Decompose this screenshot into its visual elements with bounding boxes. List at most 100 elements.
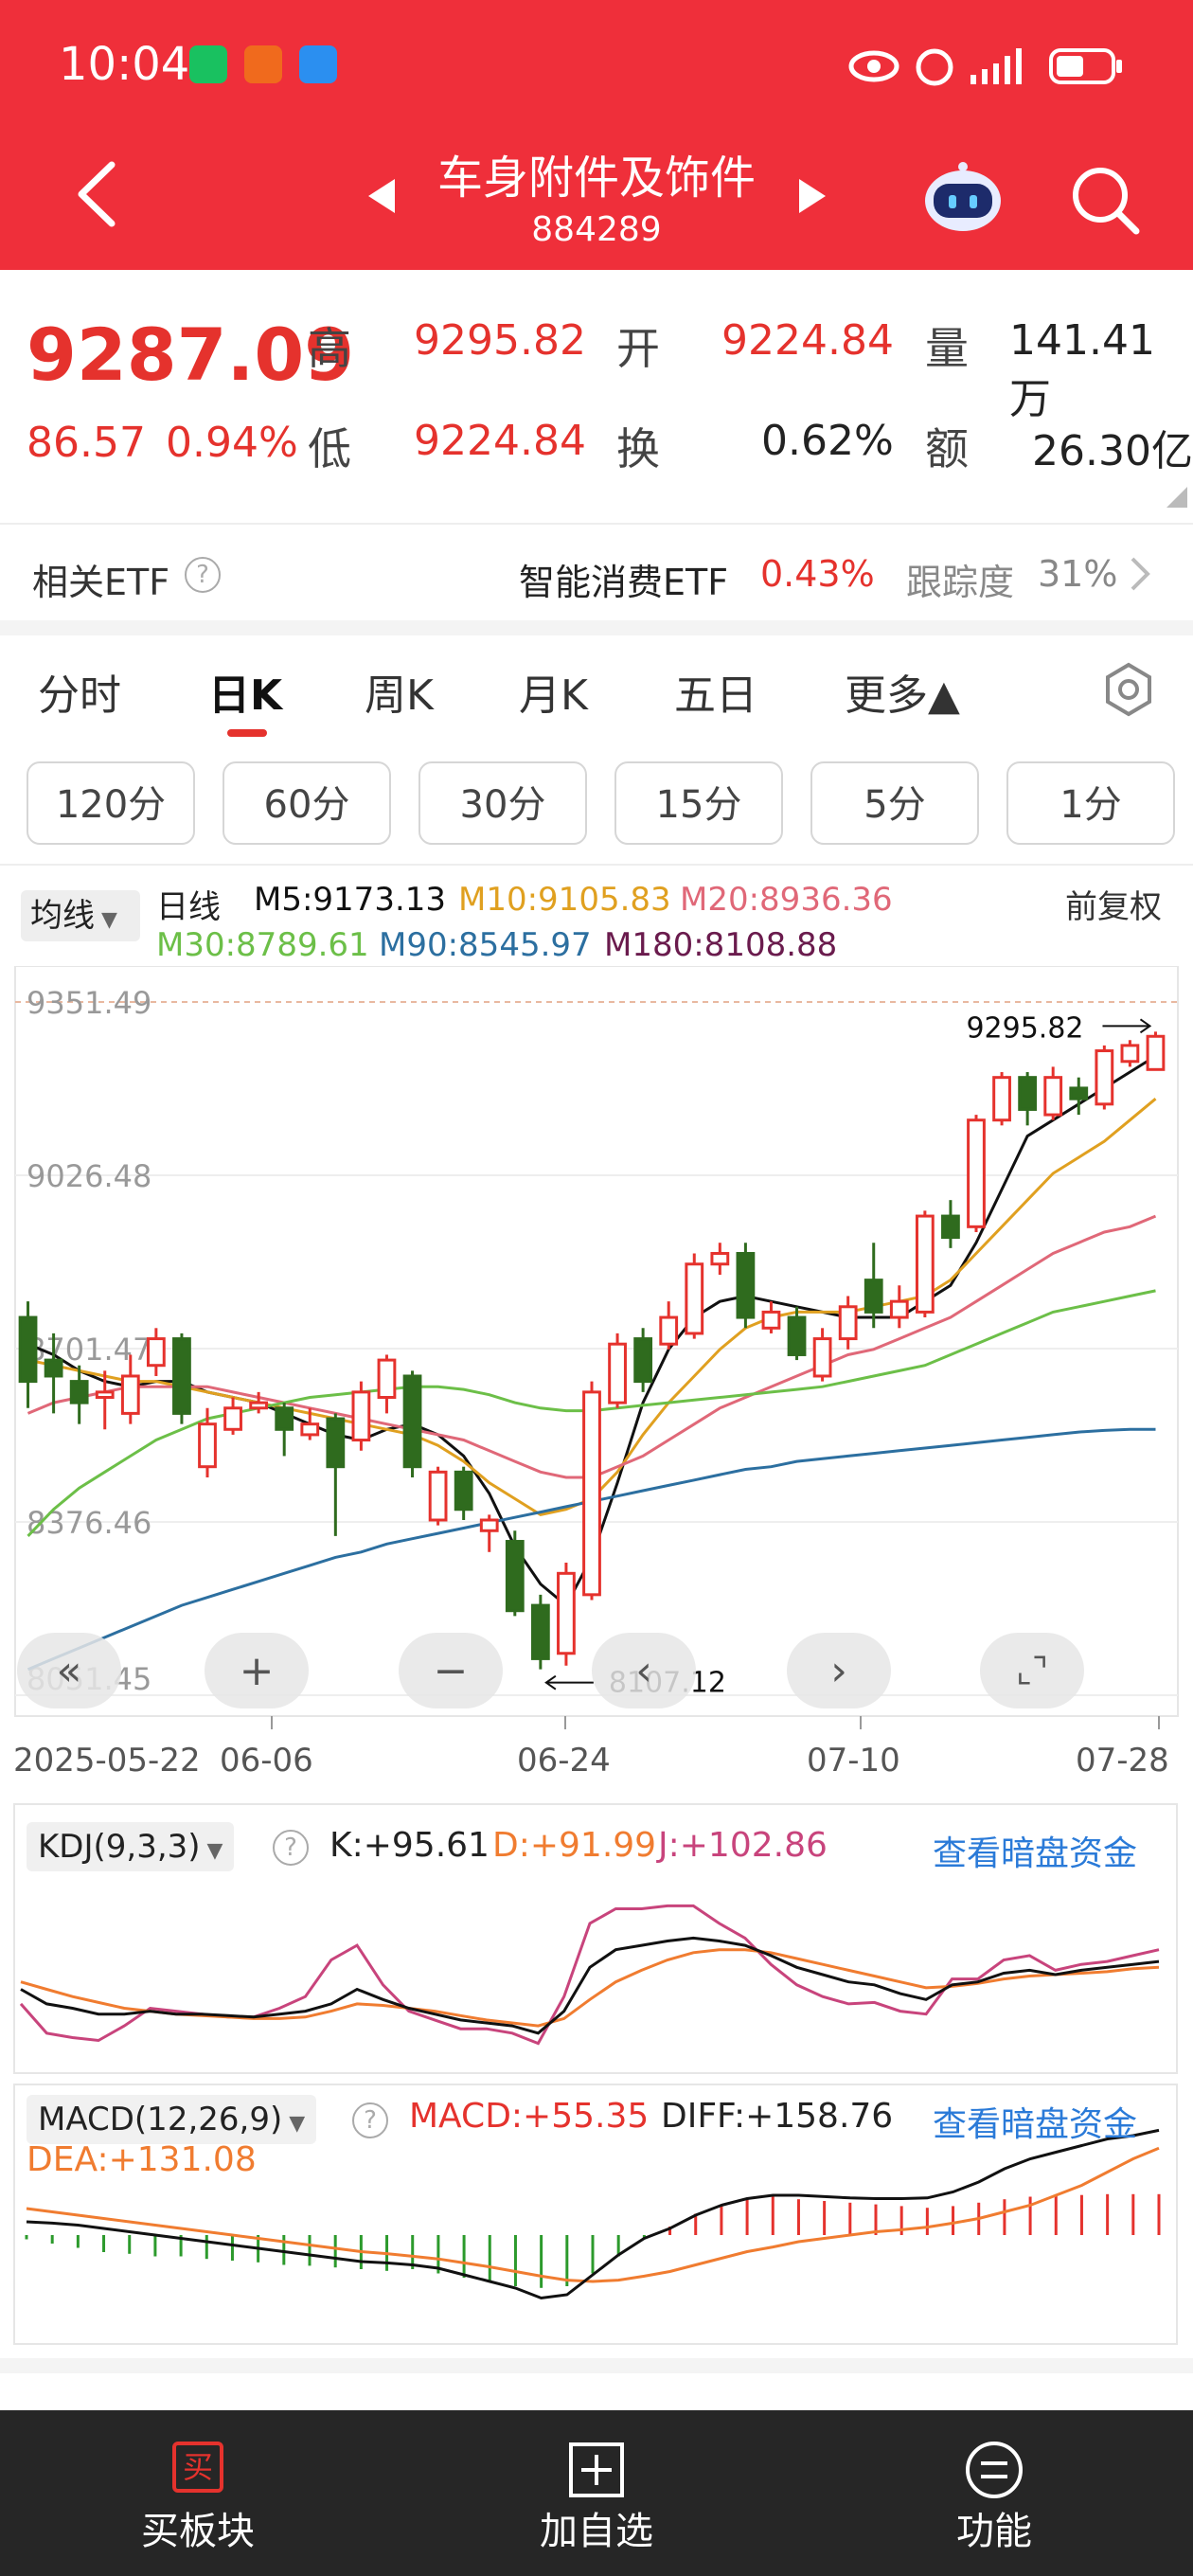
candle-body	[172, 1337, 191, 1415]
wechat-icon	[189, 45, 227, 83]
macd-selector[interactable]: MACD(12,26,9) ▼	[27, 2095, 317, 2144]
fullscreen-icon[interactable]: ⌞⌝	[980, 1633, 1084, 1708]
ma-m30: M30:8789.61	[156, 926, 369, 964]
y-axis-label: 9351.49	[27, 985, 151, 1021]
candle-body	[454, 1470, 473, 1512]
function-button[interactable]: 功能	[852, 2500, 1136, 2555]
label-low: 低	[308, 423, 351, 474]
chip-120m[interactable]: 120分	[27, 761, 195, 845]
chip-60m[interactable]: 60分	[223, 761, 391, 845]
candle-body	[249, 1401, 269, 1410]
tab-monthly-k[interactable]: 月K	[519, 661, 588, 722]
chevron-right-nav-icon[interactable]: ›	[787, 1633, 891, 1708]
x-axis-label: 2025-05-22	[13, 1742, 201, 1780]
adjust-mode[interactable]: 前复权	[1065, 881, 1162, 927]
value-amount: 26.30亿	[1032, 427, 1193, 475]
etf-tracking-label: 跟踪度	[906, 562, 1015, 603]
candle-body	[223, 1406, 242, 1431]
x-axis-label: 06-06	[220, 1742, 313, 1780]
candle-body	[1043, 1076, 1063, 1117]
chevron-left-icon[interactable]: ‹	[592, 1633, 696, 1708]
kdj-help-icon[interactable]: ?	[273, 1830, 309, 1866]
macd-value: MACD:+55.35	[409, 2097, 650, 2136]
ma-selector[interactable]: 均线 ▼	[21, 890, 140, 941]
macd-help-icon[interactable]: ?	[352, 2102, 388, 2138]
label-high: 高	[308, 323, 351, 374]
search-icon[interactable]	[1068, 163, 1142, 237]
candle-body	[402, 1374, 422, 1469]
ma-m10: M10:9105.83	[458, 881, 671, 919]
candle-body	[1095, 1049, 1114, 1106]
status-time: 10:04	[59, 38, 190, 91]
buy-icon[interactable]: 买	[172, 2442, 223, 2493]
candle-body	[377, 1358, 397, 1400]
candle-body	[146, 1337, 166, 1368]
max-price-annotation: 9295.82	[966, 1011, 1083, 1045]
chip-30m[interactable]: 30分	[418, 761, 587, 845]
macd-dea: DEA:+131.08	[27, 2140, 257, 2179]
rewind-icon[interactable]: «	[17, 1633, 121, 1708]
kdj-dark-pool-link[interactable]: 查看暗盘资金	[933, 1826, 1137, 1875]
candle-body	[633, 1337, 653, 1384]
candle-body	[1146, 1034, 1166, 1071]
caret-down-icon: ▼	[95, 908, 117, 932]
etf-label: 相关ETF	[32, 562, 170, 603]
candle-body	[889, 1299, 909, 1319]
macd-dark-pool-link[interactable]: 查看暗盘资金	[933, 2097, 1137, 2146]
macd-selector-label: MACD(12,26,9)	[38, 2101, 283, 2138]
add-watchlist-button[interactable]: 加自选	[454, 2500, 739, 2555]
ma-selector-label: 均线	[30, 897, 95, 935]
chevron-right-icon[interactable]	[1129, 555, 1151, 593]
value-high: 9295.82	[414, 316, 586, 365]
ma-daily-label: 日线	[156, 888, 221, 926]
tab-weekly-k[interactable]: 周K	[365, 661, 434, 722]
weather-icon	[299, 45, 337, 83]
candle-body	[992, 1076, 1011, 1122]
label-open: 开	[616, 323, 660, 374]
add-watchlist-icon[interactable]	[568, 2442, 625, 2498]
tab-daily-k[interactable]: 日K	[208, 661, 282, 722]
candle-body	[838, 1305, 858, 1341]
candle-body	[530, 1603, 550, 1660]
zoom-out-icon[interactable]: −	[399, 1633, 503, 1708]
next-sector-icon[interactable]	[795, 175, 829, 217]
kdj-line-j_series	[19, 1904, 1160, 2046]
candle-body	[69, 1380, 89, 1404]
candle-body	[1069, 1086, 1089, 1100]
macd-diff: DIFF:+158.76	[661, 2097, 894, 2136]
settings-icon[interactable]	[1100, 661, 1157, 718]
label-volume: 量	[925, 323, 969, 374]
tab-intraday[interactable]: 分时	[38, 661, 121, 722]
value-turnover: 0.62%	[761, 417, 894, 465]
candle-body	[505, 1540, 525, 1613]
help-icon[interactable]: ?	[185, 557, 221, 593]
candle-body	[1120, 1044, 1140, 1064]
candle-body	[44, 1358, 63, 1378]
robot-assistant-icon[interactable]	[920, 159, 1006, 235]
chip-15m[interactable]: 15分	[614, 761, 783, 845]
tab-active-indicator	[227, 729, 267, 737]
candle-body	[275, 1406, 294, 1431]
candle-body	[300, 1422, 320, 1437]
value-open: 9224.84	[721, 316, 894, 365]
chip-5m[interactable]: 5分	[810, 761, 979, 845]
expand-corner-icon[interactable]	[1166, 487, 1187, 508]
status-icons	[848, 48, 1122, 86]
zoom-in-icon[interactable]: +	[205, 1633, 309, 1708]
menu-icon[interactable]	[964, 2440, 1024, 2500]
kdj-selector-label: KDJ(9,3,3)	[38, 1828, 201, 1866]
tab-more[interactable]: 更多▲	[845, 661, 960, 722]
y-axis-label: 8376.46	[27, 1505, 151, 1541]
candle-body	[761, 1310, 781, 1330]
candle-body	[326, 1417, 346, 1469]
etf-name[interactable]: 智能消费ETF	[519, 553, 728, 605]
candle-body	[18, 1315, 38, 1384]
tab-five-day[interactable]: 五日	[674, 661, 757, 722]
price-change-pct: 0.94%	[166, 419, 298, 467]
kdj-selector[interactable]: KDJ(9,3,3) ▼	[27, 1822, 235, 1871]
candle-body	[941, 1214, 960, 1240]
buy-sector-button[interactable]: 买板块	[56, 2500, 340, 2555]
label-turnover: 换	[616, 423, 660, 474]
caret-down-icon: ▼	[282, 2112, 306, 2136]
chip-1m[interactable]: 1分	[1006, 761, 1175, 845]
